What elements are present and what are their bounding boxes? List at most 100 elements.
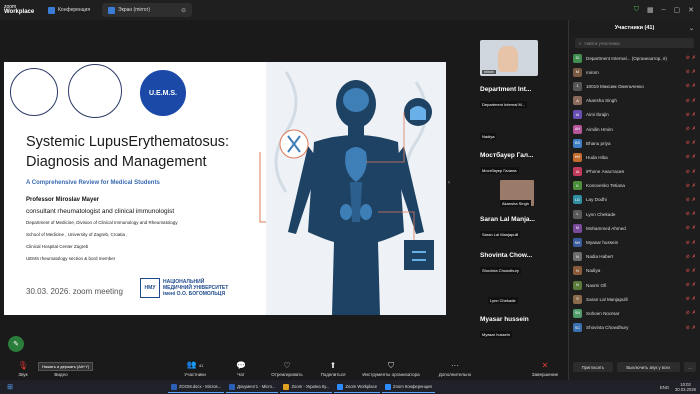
participants-button[interactable]: 👥 41 Участники	[172, 361, 218, 378]
video-off-icon: ⊘	[685, 97, 690, 104]
participant-row[interactable]: M Mohammed Ahmed ⊘ ✗	[573, 221, 696, 235]
participant-tile[interactable]: Shovinta Chow... Shovinta Chowdhury Lynn…	[480, 252, 550, 307]
participant-row[interactable]: A Akansha Singh ⊘ ✗	[573, 94, 696, 108]
search-icon: ⌕	[579, 40, 582, 46]
clock[interactable]: 10:03 30.03.2026	[675, 382, 696, 392]
mic-muted-icon: ✗	[691, 267, 696, 274]
participants-label: Участники	[184, 372, 206, 377]
participant-row[interactable]: 1 10019 Максим Омельченко ⊘ ✗	[573, 79, 696, 93]
participant-name: Huda Hiba	[586, 154, 608, 160]
end-button[interactable]: ✕ Завершение	[522, 361, 568, 377]
app-icon	[171, 383, 177, 390]
close-icon[interactable]: ✕	[688, 6, 694, 14]
affiliation-line: School of Medicine , University of Zagre…	[26, 232, 128, 237]
speaker-video[interactable]: mirom	[480, 40, 538, 76]
participant-row[interactable]: S Saran Lal Manjapulli ⊘ ✗	[573, 292, 696, 306]
participant-tile[interactable]: Myasar hussein Myasar hussein	[480, 316, 550, 341]
participant-row[interactable]: IA iPhone Анастасия ⊘ ✗	[573, 165, 696, 179]
participant-row[interactable]: NH Myasar hussein ⊘ ✗	[573, 235, 696, 249]
participant-row[interactable]: BS Bhanu priya ⊘ ✗	[573, 136, 696, 150]
participant-tile[interactable]: Saran Lal Manja... Saran Lal Manjapulli	[480, 216, 550, 241]
mic-muted-icon: ✗	[691, 253, 696, 260]
taskbar-app-label: Zoom Конференция	[393, 384, 432, 389]
participant-search-input[interactable]: ⌕ Найти участника	[575, 38, 694, 48]
participant-row[interactable]: AI Aimi Ibrajin ⊘ ✗	[573, 108, 696, 122]
taskbar-apps: ZOOM.docx - Micros... Документ1 - Micro..…	[168, 381, 437, 393]
slide-title-line2: Diagnosis and Management	[26, 154, 207, 170]
share-label: Поделиться	[320, 371, 346, 377]
participant-row[interactable]: DI Department Internal... (Организатор, я…	[573, 51, 696, 65]
participant-name: Naomi Ofi	[586, 282, 607, 288]
taskbar-app-label: Zoom Workplace	[345, 384, 378, 389]
taskbar-app[interactable]: Zoom - Україна Ку...	[280, 381, 333, 393]
taskbar-app-label: Документ1 - Micro...	[237, 384, 276, 389]
language-indicator[interactable]: ENG	[660, 385, 669, 390]
shield-icon[interactable]: ⛉	[634, 6, 639, 14]
react-button[interactable]: ♡ Отреагировать	[264, 361, 310, 377]
video-off-icon: ⊘	[685, 111, 690, 118]
participant-row[interactable]: N Naomi Ofi ⊘ ✗	[573, 278, 696, 292]
participant-row[interactable]: N Nadiya ⊘ ✗	[573, 264, 696, 278]
affiliation-line: UEMS rheumatology section & bord member	[26, 256, 116, 261]
participant-row[interactable]: LD Lay Dodhi ⊘ ✗	[573, 193, 696, 207]
video-off-icon: ⊘	[685, 239, 690, 246]
minimize-icon[interactable]: –	[662, 6, 666, 14]
mic-muted-icon: ✗	[691, 83, 696, 90]
participant-row[interactable]: L Lynn Chekade ⊘ ✗	[573, 207, 696, 221]
participant-tile[interactable]: Department Int... Department Internal M.…	[480, 86, 550, 143]
zoom-window: zoom Workplace Конференция Экран (mirror…	[0, 0, 700, 394]
taskbar-app[interactable]: ZOOM.docx - Micros...	[168, 381, 225, 393]
video-off-icon: ⊘	[685, 225, 690, 232]
participant-row[interactable]: K Konovenko Tetiana ⊘ ✗	[573, 179, 696, 193]
professor-role: consultant rheumatologist and clinical i…	[26, 208, 175, 215]
participant-name: Konovenko Tetiana	[586, 183, 625, 189]
participant-avatar: 1	[573, 81, 582, 91]
tile-tag: Lynn Chekade	[488, 297, 518, 304]
host-tools-label: Инструменты организатора	[362, 371, 420, 377]
grid-view-icon[interactable]: ▦	[647, 6, 654, 14]
tile-name: Department Int...	[480, 86, 532, 93]
chat-button[interactable]: 💬 Чат	[218, 361, 264, 377]
affiliation-line: Department of Medicine, Division of Clin…	[26, 220, 178, 225]
participant-tile[interactable]: Мостбауер Гал... Мостбауер Галина Akansh…	[480, 152, 550, 207]
participant-row[interactable]: AH Aimilin Hmim ⊘ ✗	[573, 122, 696, 136]
participant-row[interactable]: Mmirom ⊘ ✗	[573, 65, 696, 79]
more-button[interactable]: ...	[684, 362, 696, 372]
collapse-arrow-icon[interactable]: ‹	[448, 180, 450, 186]
host-tools-button[interactable]: ⛉ Инструменты организатора	[356, 361, 426, 377]
participant-row[interactable]: SN Sohoen Noorsar ⊘ ✗	[573, 306, 696, 320]
taskbar-app[interactable]: Zoom Конференция	[382, 381, 435, 393]
annotate-pencil-icon[interactable]: ✎	[8, 336, 24, 352]
mic-muted-icon: ✗	[691, 182, 696, 189]
speaker-face	[498, 46, 518, 72]
participant-row[interactable]: N Nadia Habert ⊘ ✗	[573, 250, 696, 264]
panel-close-icon[interactable]: ⌄	[689, 25, 694, 32]
mute-all-button[interactable]: Выключить звук у всех	[616, 362, 681, 372]
participant-row[interactable]: SC Shovinta Chowdhury ⊘ ✗	[573, 321, 696, 335]
taskbar-app[interactable]: Zoom Workplace	[334, 381, 381, 393]
tab-screen[interactable]: Экран (mirror) ⊖	[102, 3, 193, 17]
video-off-icon: ⊘	[685, 211, 690, 218]
mic-muted-icon: ✗	[691, 239, 696, 246]
windows-start-icon[interactable]: ⊞	[0, 383, 20, 391]
invite-button[interactable]: Пригласить	[573, 362, 613, 372]
professor-name: Professor Miroslav Mayer	[26, 197, 100, 203]
participant-avatar: N	[573, 280, 582, 290]
mic-muted-icon: ✗	[691, 296, 696, 303]
medical-school-seal	[68, 64, 122, 118]
maximize-icon[interactable]: ▢	[674, 6, 681, 14]
participant-name: Lay Dodhi	[586, 197, 607, 203]
university-logo: НМУ НАЦІОНАЛЬНИЙ МЕДИЧНИЙ УНІВЕРСИТЕТ ім…	[140, 278, 228, 298]
more-icon: ···	[451, 360, 459, 370]
mic-muted-icon: ✗	[691, 324, 696, 331]
more-button[interactable]: ··· Дополнительно	[426, 360, 484, 377]
tile-tag: Akansha Singh	[500, 200, 531, 207]
mic-muted-icon: ✗	[691, 126, 696, 133]
share-button[interactable]: ⬆ Поделиться	[310, 361, 356, 377]
taskbar-app[interactable]: Документ1 - Micro...	[226, 381, 279, 393]
tab-conference[interactable]: Конференция	[42, 3, 96, 17]
video-off-icon: ⊘	[685, 168, 690, 175]
tab-close-icon[interactable]: ⊖	[181, 7, 186, 14]
participant-name: Sohoen Noorsar	[586, 310, 620, 316]
participant-row[interactable]: HH Huda Hiba ⊘ ✗	[573, 150, 696, 164]
